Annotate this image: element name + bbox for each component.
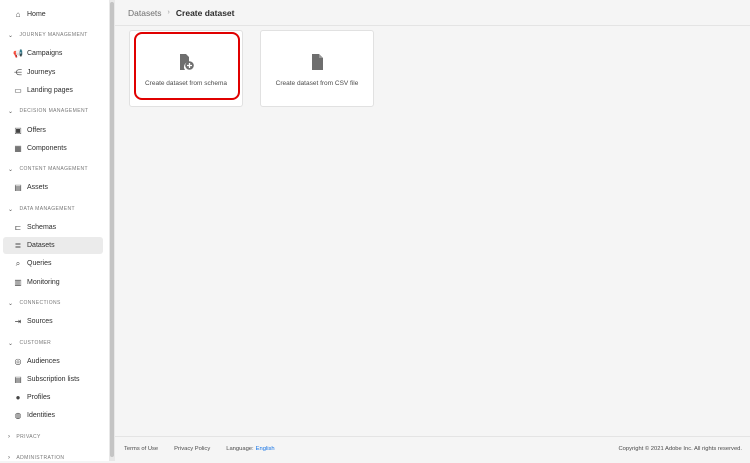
footer: Terms of Use Privacy Policy Language: Eng… (115, 436, 750, 461)
sidebar-item-label: Landing pages (27, 87, 73, 94)
sidebar-item-journeys[interactable]: ⋲ Journeys (3, 64, 103, 81)
sidebar-item-profiles[interactable]: ● Profiles (3, 389, 103, 406)
chevron-right-icon: › (8, 455, 11, 461)
card-label: Create dataset from schema (144, 80, 227, 87)
sidebar-item-label: Identities (27, 412, 56, 419)
sidebar-item-identities[interactable]: ◍ Identities (3, 407, 103, 424)
sidebar-item-audiences[interactable]: ◎ Audiences (3, 353, 103, 370)
sidebar-item-queries[interactable]: ⌕ Queries (3, 255, 103, 272)
sidebar-item-label: Home (27, 11, 46, 18)
section-label: CONTENT MANAGEMENT (19, 166, 88, 172)
sidebar-item-home[interactable]: ⌂ Home (3, 6, 103, 23)
sidebar-section-content-management[interactable]: ⌄ CONTENT MANAGEMENT (8, 164, 88, 174)
monitor-icon: ▥ (14, 278, 22, 287)
query-icon: ⌕ (15, 258, 21, 268)
chevron-down-icon: ⌄ (8, 166, 14, 173)
privacy-link[interactable]: Privacy Policy (174, 446, 210, 452)
chevron-down-icon: ⌄ (8, 32, 14, 39)
sidebar-item-label: Journeys (27, 69, 56, 76)
sidebar-item-components[interactable]: ▦ Components (3, 140, 103, 157)
language-link[interactable]: English (256, 446, 275, 452)
database-icon: ≣ (14, 241, 22, 250)
schema-icon: ⊏ (14, 223, 22, 232)
sidebar-item-label: Profiles (27, 394, 51, 401)
sidebar-item-datasets[interactable]: ≣ Datasets (3, 237, 103, 254)
chevron-right-icon: › (8, 434, 11, 440)
sidebar-section-connections[interactable]: ⌄ CONNECTIONS (8, 298, 61, 308)
breadcrumb-datasets[interactable]: Datasets (128, 8, 162, 18)
chevron-down-icon: ⌄ (8, 206, 14, 213)
sidebar-item-subscription-lists[interactable]: ▤ Subscription lists (3, 371, 103, 388)
sidebar: ⌂ Home ⌄ JOURNEY MANAGEMENT 📢 Campaigns ⋲ Journ… (0, 0, 109, 461)
home-icon: ⌂ (15, 10, 21, 19)
chevron-down-icon: ⌄ (8, 108, 14, 115)
sidebar-section-administration[interactable]: › ADMINISTRATION (8, 453, 64, 463)
source-icon: ⇥ (14, 317, 22, 326)
language-label: Language: (226, 446, 254, 452)
sidebar-section-journey-management[interactable]: ⌄ JOURNEY MANAGEMENT (8, 30, 88, 40)
create-from-csv-card[interactable]: Create dataset from CSV file (260, 30, 374, 107)
chevron-right-icon: › (167, 9, 170, 16)
identity-icon: ◍ (14, 411, 22, 420)
sidebar-item-label: Monitoring (27, 279, 60, 286)
file-add-icon (180, 54, 194, 70)
assets-icon: ▤ (14, 183, 22, 192)
megaphone-icon: 📢 (13, 49, 23, 58)
sidebar-item-campaigns[interactable]: 📢 Campaigns (3, 45, 103, 62)
terms-link[interactable]: Terms of Use (124, 446, 158, 452)
journey-icon: ⋲ (14, 68, 22, 77)
chevron-down-icon: ⌄ (8, 340, 14, 347)
components-icon: ▦ (14, 144, 22, 153)
sidebar-section-decision-management[interactable]: ⌄ DECISION MANAGEMENT (8, 106, 88, 116)
language: Language: English (226, 446, 290, 452)
sidebar-item-label: Campaigns (27, 50, 63, 57)
section-label: PRIVACY (16, 434, 41, 440)
file-icon (312, 54, 323, 70)
section-label: DATA MANAGEMENT (19, 206, 75, 212)
offer-icon: ▣ (14, 126, 22, 135)
sidebar-item-sources[interactable]: ⇥ Sources (3, 313, 103, 330)
breadcrumb: Datasets › Create dataset (115, 0, 750, 26)
create-from-schema-card[interactable]: Create dataset from schema (129, 30, 243, 107)
sidebar-item-offers[interactable]: ▣ Offers (3, 122, 103, 139)
user-icon: ● (15, 393, 21, 402)
page-title: Create dataset (175, 7, 235, 18)
chevron-down-icon: ⌄ (8, 300, 14, 307)
sidebar-item-monitoring[interactable]: ▥ Monitoring (3, 274, 103, 291)
sidebar-item-label: Offers (27, 127, 46, 134)
sidebar-section-data-management[interactable]: ⌄ DATA MANAGEMENT (8, 204, 75, 214)
sidebar-section-customer[interactable]: ⌄ CUSTOMER (8, 338, 51, 348)
sidebar-item-assets[interactable]: ▤ Assets (3, 179, 103, 196)
card-label: Create dataset from CSV file (275, 80, 359, 87)
audience-icon: ◎ (14, 357, 22, 366)
sidebar-item-label: Assets (27, 184, 49, 191)
section-label: DECISION MANAGEMENT (19, 108, 89, 114)
sidebar-item-label: Schemas (27, 224, 57, 231)
browser-icon: ▭ (14, 86, 22, 95)
section-label: ADMINISTRATION (16, 455, 65, 461)
copyright: Copyright © 2021 Adobe Inc. All rights r… (618, 446, 743, 452)
sidebar-item-label: Datasets (27, 242, 55, 249)
list-icon: ▤ (14, 375, 22, 384)
sidebar-scroll-thumb[interactable] (110, 2, 114, 457)
sidebar-item-schemas[interactable]: ⊏ Schemas (3, 219, 103, 236)
sidebar-item-label: Components (27, 145, 67, 152)
section-label: CONNECTIONS (19, 300, 61, 306)
section-label: CUSTOMER (19, 340, 52, 346)
sidebar-item-landing-pages[interactable]: ▭ Landing pages (3, 82, 103, 99)
sidebar-item-label: Audiences (27, 358, 60, 365)
sidebar-item-label: Queries (27, 260, 52, 267)
sidebar-item-label: Sources (27, 318, 53, 325)
sidebar-section-privacy[interactable]: › PRIVACY (8, 432, 41, 442)
sidebar-item-label: Subscription lists (27, 376, 80, 383)
section-label: JOURNEY MANAGEMENT (19, 32, 88, 38)
